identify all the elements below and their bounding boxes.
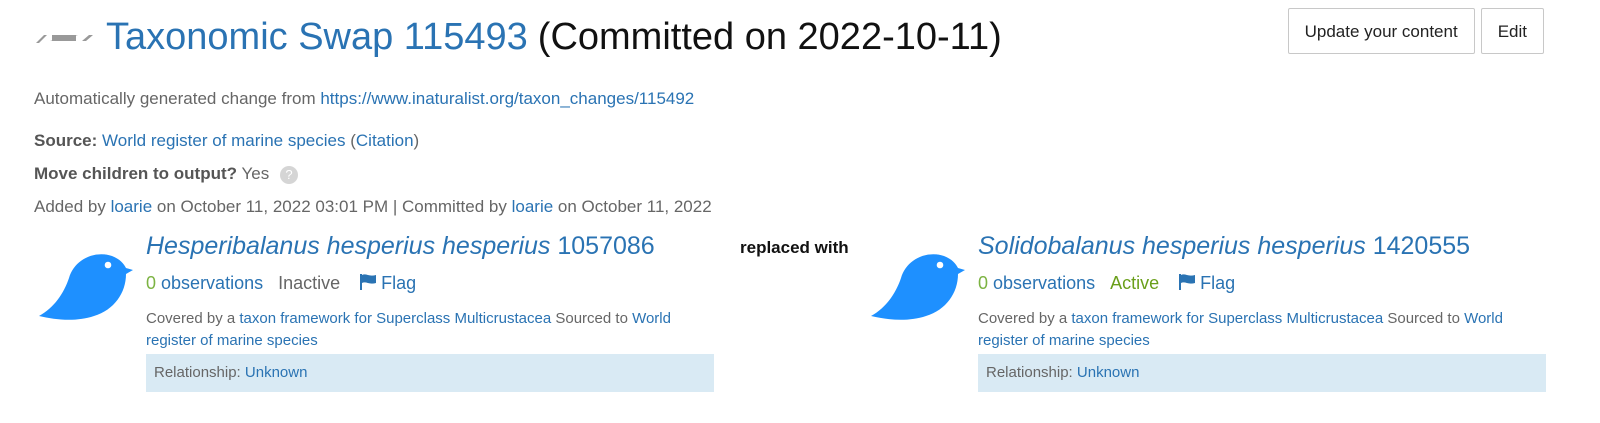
- citation-link[interactable]: Citation: [356, 131, 414, 150]
- committed-date-text: on October 11, 2022: [557, 197, 712, 216]
- relationship-label: Relationship:: [986, 364, 1073, 381]
- taxon-name[interactable]: Solidobalanus hesperius hesperius 142055…: [978, 232, 1546, 261]
- added-line: Added by loarie on October 11, 2022 03:0…: [34, 197, 712, 217]
- bird-icon: [39, 254, 133, 320]
- edit-button[interactable]: Edit: [1480, 8, 1544, 54]
- flag-link[interactable]: Flag: [1178, 273, 1235, 293]
- observation-count[interactable]: 0: [978, 273, 988, 293]
- flag-label[interactable]: Flag: [1200, 273, 1235, 293]
- source-link[interactable]: World register of marine species: [102, 131, 345, 150]
- committed-user-link[interactable]: loarie: [512, 197, 554, 216]
- bird-icon: [871, 254, 965, 320]
- added-by-text: Added by: [34, 197, 106, 216]
- question-circle-icon[interactable]: ?: [279, 165, 298, 184]
- added-date-text: on October 11, 2022 03:01 PM | Committed…: [156, 197, 507, 216]
- flag-label[interactable]: Flag: [381, 273, 416, 293]
- taxon-stats: 0 observations Active Flag: [978, 273, 1546, 294]
- observations-link[interactable]: observations: [993, 273, 1095, 293]
- replaced-with-label: replaced with: [740, 238, 849, 257]
- taxon-id[interactable]: 1057086: [557, 232, 654, 260]
- framework-note: Covered by a taxon framework for Supercl…: [146, 308, 686, 352]
- status-badge: Active: [1110, 273, 1160, 293]
- committed-date: (Committed on 2022-10-11): [537, 15, 1002, 58]
- covered-prefix: Covered by a: [146, 310, 236, 327]
- taxon-name[interactable]: Hesperibalanus hesperius hesperius 10570…: [146, 232, 714, 261]
- covered-prefix: Covered by a: [978, 310, 1068, 327]
- added-user-link[interactable]: loarie: [111, 197, 153, 216]
- move-children-value: Yes: [241, 164, 270, 183]
- sourced-text: Sourced to: [555, 310, 628, 327]
- sourced-text: Sourced to: [1387, 310, 1460, 327]
- flag-link[interactable]: Flag: [359, 273, 416, 293]
- framework-link[interactable]: taxon framework for Superclass Multicrus…: [1071, 310, 1383, 327]
- input-taxon: Hesperibalanus hesperius hesperius 10570…: [146, 232, 714, 392]
- taxon-stats: 0 observations Inactive Flag: [146, 273, 714, 294]
- taxon-scientific-name[interactable]: Hesperibalanus hesperius hesperius: [146, 232, 550, 260]
- flag-icon: [1179, 274, 1196, 290]
- action-buttons: Update your content Edit: [1287, 8, 1544, 54]
- move-children-label: Move children to output?: [34, 164, 238, 183]
- taxon-change-link[interactable]: Taxonomic Swap 115493: [106, 16, 528, 59]
- output-taxon: Solidobalanus hesperius hesperius 142055…: [978, 232, 1546, 392]
- source-change-link[interactable]: https://www.inaturalist.org/taxon_change…: [320, 89, 694, 108]
- observation-count[interactable]: 0: [146, 273, 156, 293]
- source-label: Source:: [34, 131, 98, 150]
- citation-close-paren: ): [413, 131, 420, 150]
- move-children-line: Move children to output? Yes ?: [34, 164, 298, 184]
- observations-link[interactable]: observations: [161, 273, 263, 293]
- flag-icon: [360, 274, 377, 290]
- update-content-button[interactable]: Update your content: [1287, 8, 1475, 54]
- status-badge: Inactive: [278, 273, 341, 293]
- description-prefix: Automatically generated change from: [34, 89, 316, 108]
- framework-note: Covered by a taxon framework for Supercl…: [978, 308, 1518, 352]
- relationship-box: Relationship: Unknown: [146, 354, 714, 392]
- swap-dashes-icon: [36, 35, 93, 43]
- description: Automatically generated change from http…: [34, 89, 694, 109]
- source-line: Source: World register of marine species…: [34, 131, 419, 151]
- relationship-label: Relationship:: [154, 364, 241, 381]
- taxon-scientific-name[interactable]: Solidobalanus hesperius hesperius: [978, 232, 1366, 260]
- page-title: Taxonomic Swap 115493 (Committed on 2022…: [34, 12, 1002, 62]
- taxon-id[interactable]: 1420555: [1373, 232, 1470, 260]
- relationship-box: Relationship: Unknown: [978, 354, 1546, 392]
- relationship-value[interactable]: Unknown: [245, 364, 308, 381]
- framework-link[interactable]: taxon framework for Superclass Multicrus…: [239, 310, 551, 327]
- relationship-value[interactable]: Unknown: [1077, 364, 1140, 381]
